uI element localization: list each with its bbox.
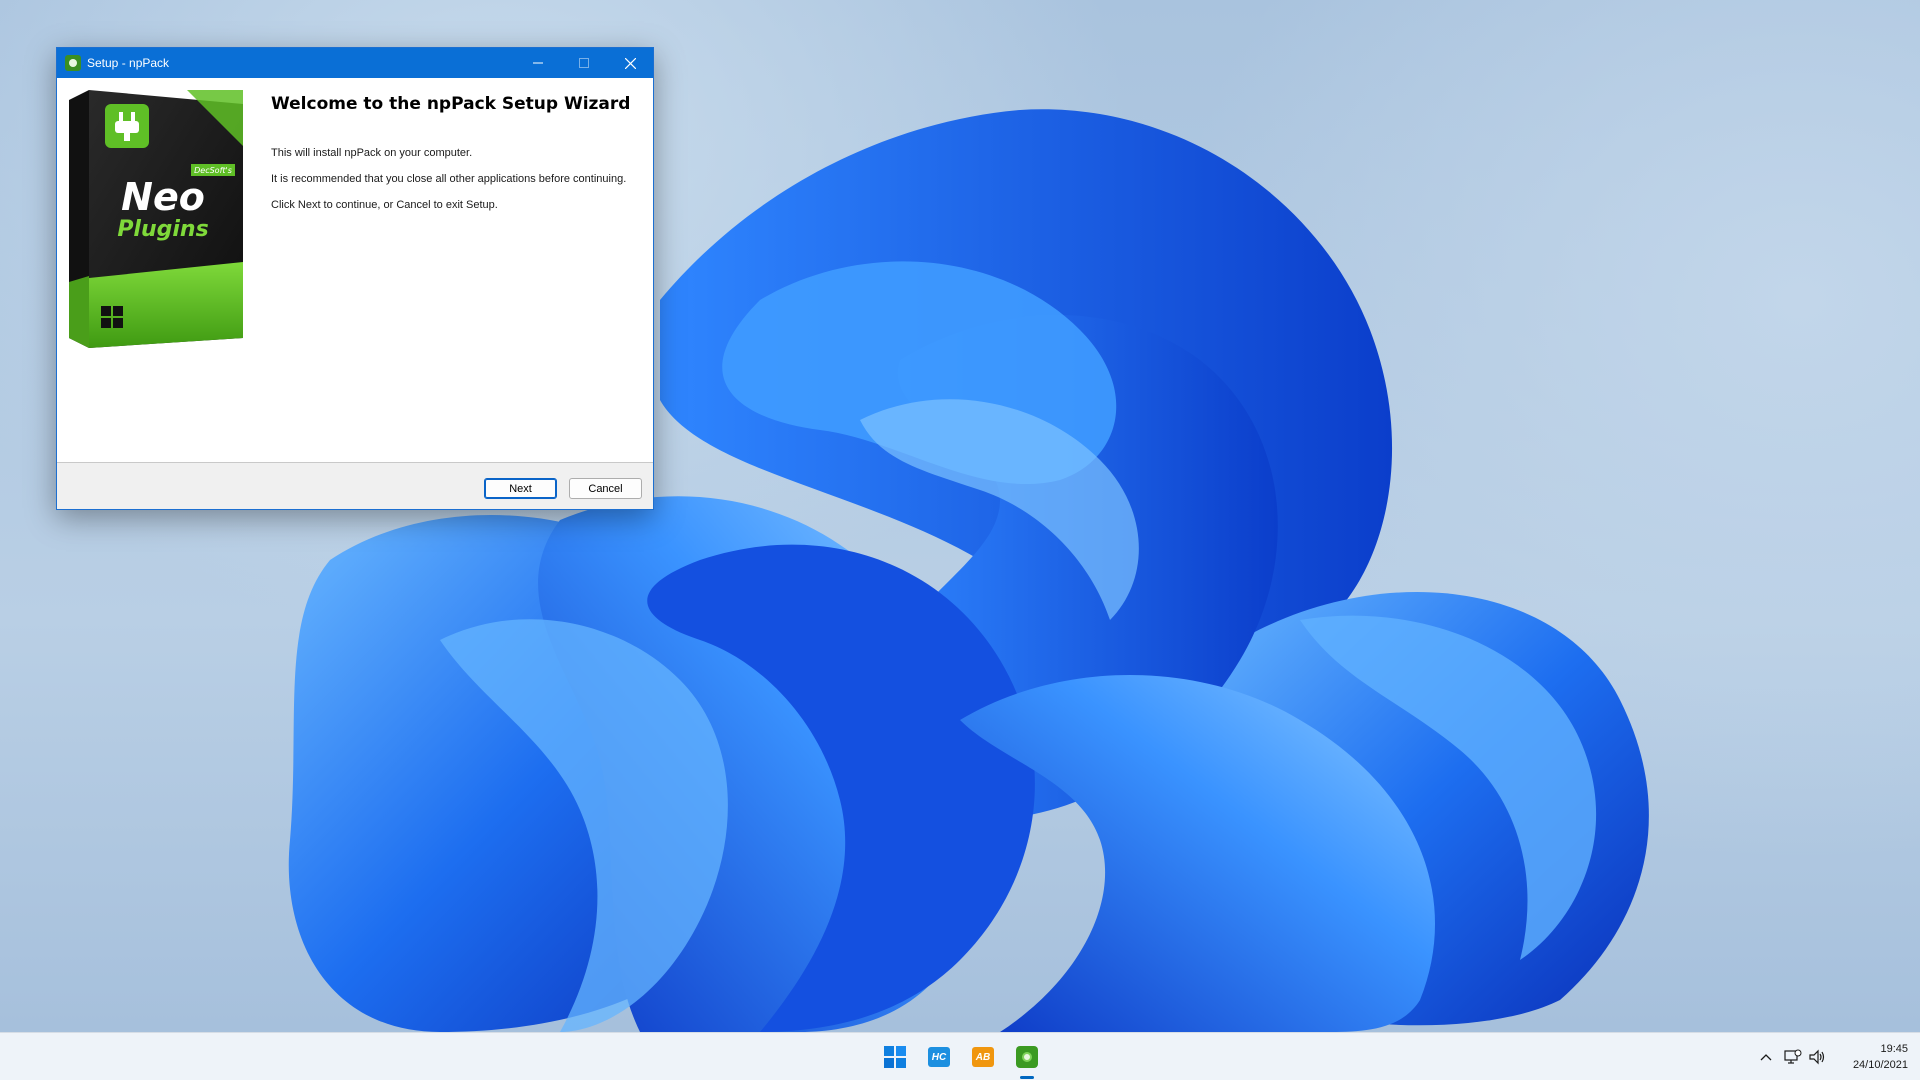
close-button[interactable] bbox=[607, 48, 653, 78]
clock-date: 24/10/2021 bbox=[1852, 1059, 1908, 1071]
start-button[interactable] bbox=[879, 1041, 911, 1073]
title-bar[interactable]: Setup - npPack bbox=[57, 48, 653, 78]
setup-wizard-window: Setup - npPack DecSoft's Neo Plugins Wel… bbox=[56, 47, 654, 510]
recommendation-line: It is recommended that you close all oth… bbox=[271, 173, 627, 185]
clock-time: 19:45 bbox=[1880, 1043, 1908, 1055]
minimize-button[interactable] bbox=[515, 48, 561, 78]
show-hidden-icons-button[interactable] bbox=[1756, 1047, 1776, 1067]
product-name-line1: Neo bbox=[121, 175, 205, 219]
ab-app-icon: AB bbox=[972, 1047, 994, 1067]
npack-icon bbox=[1016, 1046, 1038, 1068]
system-clock[interactable]: 19:45 24/10/2021 bbox=[1838, 1041, 1908, 1073]
product-name-line2: Plugins bbox=[117, 217, 208, 242]
windows-logo-icon bbox=[884, 1046, 906, 1068]
hc-app-icon: HC bbox=[928, 1047, 950, 1067]
taskbar-app-ab[interactable]: AB bbox=[967, 1041, 999, 1073]
npack-app-icon bbox=[65, 55, 81, 71]
volume-button[interactable] bbox=[1808, 1047, 1828, 1067]
minimize-icon bbox=[533, 62, 543, 64]
network-button[interactable] bbox=[1783, 1047, 1803, 1067]
close-icon bbox=[624, 57, 636, 69]
cancel-button[interactable]: Cancel bbox=[569, 478, 642, 499]
neo-plugins-product-box-image: DecSoft's Neo Plugins bbox=[69, 90, 243, 348]
welcome-heading: Welcome to the npPack Setup Wizard bbox=[271, 94, 631, 114]
network-icon bbox=[1784, 1049, 1802, 1064]
active-app-indicator bbox=[1020, 1076, 1034, 1079]
volume-icon bbox=[1809, 1049, 1825, 1065]
wizard-footer: Next Cancel bbox=[57, 462, 653, 509]
intro-line: This will install npPack on your compute… bbox=[271, 147, 473, 159]
next-button[interactable]: Next bbox=[484, 478, 557, 499]
taskbar-app-hc[interactable]: HC bbox=[923, 1041, 955, 1073]
product-brand-text: DecSoft's bbox=[194, 166, 232, 175]
instruction-line: Click Next to continue, or Cancel to exi… bbox=[271, 199, 498, 211]
taskbar-app-npack-setup[interactable] bbox=[1011, 1041, 1043, 1073]
taskbar: HC AB 19:45 24/10/2021 bbox=[0, 1032, 1920, 1080]
window-title: Setup - npPack bbox=[87, 56, 170, 70]
wizard-content: DecSoft's Neo Plugins Welcome to the npP… bbox=[57, 78, 653, 462]
chevron-up-icon bbox=[1760, 1054, 1772, 1061]
maximize-button bbox=[561, 48, 607, 78]
maximize-icon bbox=[579, 58, 589, 68]
